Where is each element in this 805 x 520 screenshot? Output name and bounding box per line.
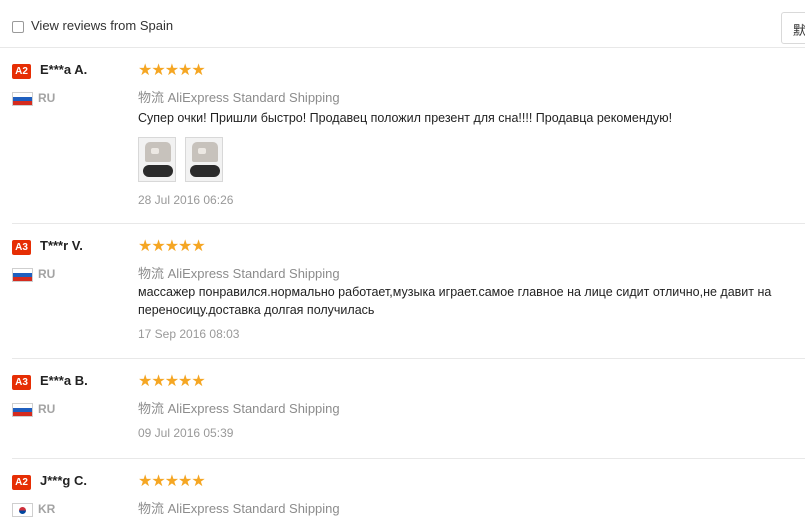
shipping-info: 物流 AliExpress Standard Shipping [138,263,340,282]
reviewer-name[interactable]: E***a A. [40,62,87,77]
country-code: RU [38,267,56,281]
review-photo-thumbnail[interactable] [138,137,176,182]
country-code: RU [38,91,56,105]
buyer-level-badge: A2 [12,64,31,79]
shipping-method: AliExpress Standard Shipping [167,501,340,516]
spain-review-checkbox[interactable] [12,21,24,33]
five-star-icons: ★★★★★ [138,471,206,490]
rating-stars: ★★★★★ [138,471,206,490]
reviews-page: View reviews from Spain 默 A2 E***a A. RU… [0,0,805,520]
shipping-method: AliExpress Standard Shipping [167,266,340,281]
shipping-prefix: 物流 [138,90,165,105]
rating-stars: ★★★★★ [138,60,206,79]
five-star-icons: ★★★★★ [138,236,206,255]
buyer-level-badge: A3 [12,240,31,255]
country-code: KR [38,502,56,516]
shipping-info: 物流 AliExpress Standard Shipping [138,398,340,417]
buyer-level-badge: A3 [12,375,31,390]
review-item: A3 T***r V. RU ★★★★★ 物流 AliExpress Stand… [12,224,805,359]
spain-review-filter-label[interactable]: View reviews from Spain [31,18,173,33]
ru-flag-icon [12,92,33,106]
ru-flag-icon [12,268,33,282]
shipping-info: 物流 AliExpress Standard Shipping [138,87,340,106]
reviewer-name[interactable]: E***a B. [40,373,88,388]
five-star-icons: ★★★★★ [138,60,206,79]
shipping-prefix: 物流 [138,266,165,281]
rating-stars: ★★★★★ [138,236,206,255]
review-photo-thumbnail[interactable] [185,137,223,182]
shipping-prefix: 物流 [138,501,165,516]
kr-flag-icon [12,503,33,517]
review-filter-bar: View reviews from Spain 默 [0,0,805,48]
review-date: 17 Sep 2016 08:03 [138,327,240,341]
reviewer-name[interactable]: T***r V. [40,238,83,253]
country-code: RU [38,402,56,416]
buyer-level-badge: A2 [12,475,31,490]
shipping-method: AliExpress Standard Shipping [167,90,340,105]
review-date: 09 Jul 2016 05:39 [138,426,234,440]
review-date: 28 Jul 2016 06:26 [138,193,234,207]
rating-stars: ★★★★★ [138,371,206,390]
sort-select[interactable]: 默 [781,12,805,44]
review-text: Супер очки! Пришли быстро! Продавец поло… [138,111,673,125]
ru-flag-icon [12,403,33,417]
review-item: A3 E***a B. RU ★★★★★ 物流 AliExpress Stand… [12,359,805,459]
reviewer-name[interactable]: J***g C. [40,473,87,488]
shipping-method: AliExpress Standard Shipping [167,401,340,416]
review-item: A2 J***g C. KR ★★★★★ 物流 AliExpress Stand… [12,459,805,520]
shipping-prefix: 物流 [138,401,165,416]
five-star-icons: ★★★★★ [138,371,206,390]
review-item: A2 E***a A. RU ★★★★★ 物流 AliExpress Stand… [12,48,805,224]
shipping-info: 物流 AliExpress Standard Shipping [138,498,340,517]
review-text: массажер понравился.нормально работает,м… [138,285,772,317]
